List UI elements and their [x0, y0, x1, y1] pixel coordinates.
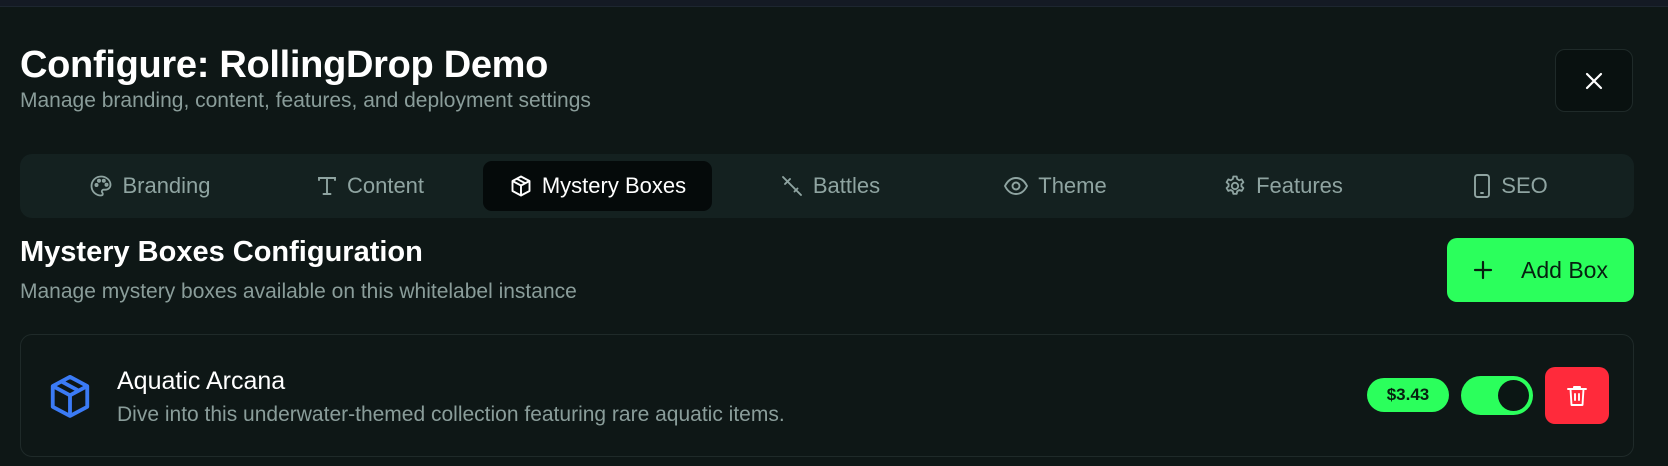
- trash-icon: [1567, 385, 1587, 406]
- page-title: Configure: RollingDrop Demo: [20, 44, 549, 86]
- palette-icon: [91, 175, 112, 197]
- text-icon: [318, 177, 336, 195]
- tab-label: Content: [346, 173, 425, 198]
- box-icon: [511, 175, 531, 197]
- box-description: Dive into this underwater-themed collect…: [117, 403, 785, 426]
- gear-icon: [1225, 175, 1245, 195]
- toggle-knob: [1498, 380, 1529, 411]
- box-card: Aquatic Arcana Dive into this underwater…: [20, 334, 1634, 457]
- box-name: Aquatic Arcana: [117, 367, 286, 395]
- section-title: Mystery Boxes Configuration: [20, 236, 423, 268]
- sword-icon: [781, 176, 802, 196]
- tab-label: Features: [1256, 173, 1343, 198]
- section-subtitle: Manage mystery boxes available on this w…: [20, 280, 577, 303]
- tab-label: Battles: [812, 173, 881, 198]
- delete-button[interactable]: [1545, 367, 1609, 424]
- tab-label: SEO: [1501, 173, 1548, 198]
- close-icon: [1585, 72, 1603, 89]
- config-tabs: Branding Content Mystery Boxes Battles T…: [20, 154, 1634, 218]
- tab-content[interactable]: Content: [270, 161, 470, 211]
- price-badge: $3.43: [1367, 378, 1449, 412]
- top-bar: [0, 0, 1668, 7]
- tab-label: Branding: [122, 173, 211, 198]
- tab-features[interactable]: Features: [1183, 161, 1383, 211]
- eye-icon: [1004, 177, 1029, 195]
- tab-theme[interactable]: Theme: [955, 161, 1155, 211]
- tab-seo[interactable]: SEO: [1410, 161, 1610, 211]
- tab-label: Mystery Boxes: [541, 173, 687, 198]
- box-icon: [50, 374, 90, 418]
- page-subtitle: Manage branding, content, features, and …: [20, 89, 591, 112]
- smartphone-icon: [1474, 174, 1491, 198]
- tab-branding[interactable]: Branding: [50, 161, 250, 211]
- tab-label: Theme: [1038, 173, 1107, 198]
- tab-battles[interactable]: Battles: [730, 161, 930, 211]
- dialog-header: Configure: RollingDrop Demo Manage brand…: [20, 42, 591, 114]
- tab-mystery-boxes[interactable]: Mystery Boxes: [483, 161, 712, 211]
- close-button[interactable]: [1555, 49, 1633, 112]
- enabled-toggle[interactable]: [1461, 376, 1533, 415]
- plus-icon: [1473, 260, 1493, 280]
- add-box-button[interactable]: Add Box: [1447, 238, 1634, 302]
- add-box-label: Add Box: [1521, 256, 1608, 283]
